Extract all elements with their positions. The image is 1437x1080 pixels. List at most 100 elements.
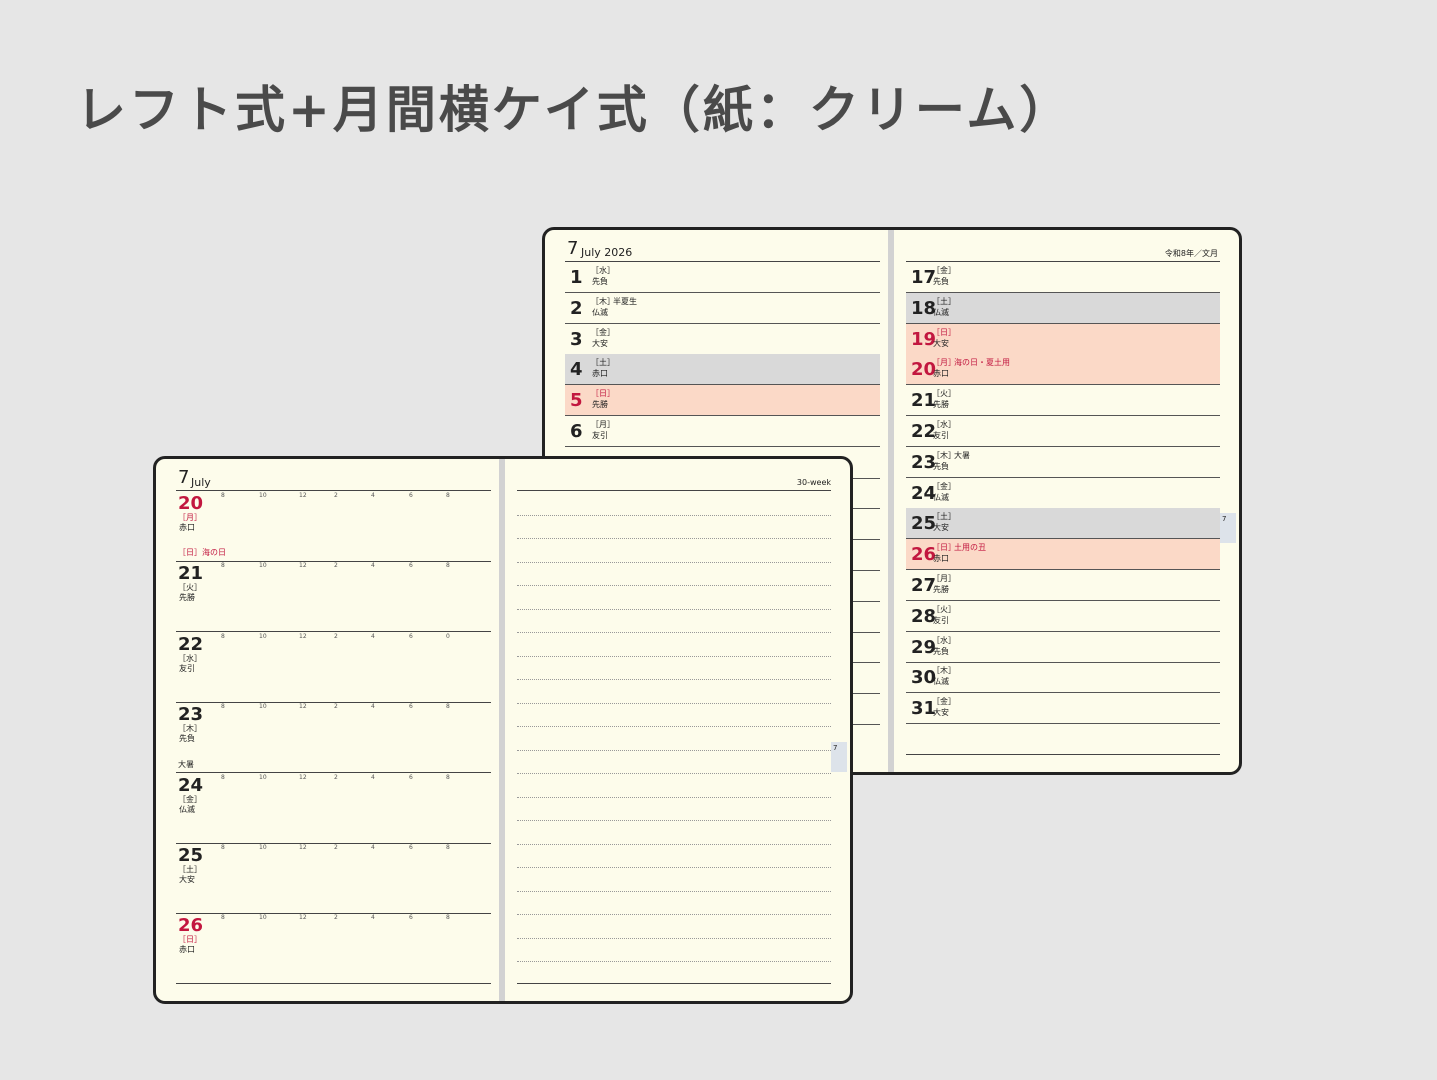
rokuyo-label: 仏滅 <box>592 307 608 317</box>
hour-scale: 8 10 12 2 4 6 0 <box>176 632 491 642</box>
monthly-month-title: July 2026 <box>581 246 633 259</box>
note-line <box>517 773 831 774</box>
weekday-label: ［土］ <box>932 296 956 306</box>
monthly-day-row[interactable]: 21 ［火］ 先勝 <box>906 385 1220 417</box>
holiday-label: ［日］海の日 <box>178 548 226 558</box>
hour-tick-label: 10 <box>259 632 267 640</box>
event-label: 土用の丑 <box>954 543 986 553</box>
rokuyo-label: 先勝 <box>592 400 608 410</box>
monthly-day-row[interactable]: 29 ［水］ 先負 <box>906 632 1220 663</box>
weekday-label: ［水］ <box>591 266 615 275</box>
monthly-day-row[interactable]: 1 ［水］ 先負 <box>565 262 880 293</box>
holiday-label: 大暑 <box>178 759 194 769</box>
event-label: 大暑 <box>954 450 970 460</box>
weekly-month-tab[interactable]: 7 <box>831 742 847 772</box>
day-section[interactable]: 23 ［木］ 先負 8 10 12 2 4 6 8 <box>176 702 491 772</box>
day-number: 5 <box>570 390 583 412</box>
hour-scale: 8 10 12 2 4 6 8 <box>176 563 491 571</box>
monthly-bottom-rule <box>906 754 1220 755</box>
monthly-day-row[interactable]: 25 ［土］ 大安 <box>906 508 1220 540</box>
rokuyo-label: 大安 <box>179 875 195 884</box>
day-section[interactable]: 25 ［土］ 大安 8 10 12 2 4 6 8 <box>176 843 491 913</box>
hour-tick-label: 8 <box>221 492 225 499</box>
weekday-label: ［木］ <box>591 296 615 306</box>
day-number: 2 <box>570 297 583 319</box>
monthly-day-row[interactable]: 5 ［日］ 先勝 <box>565 385 880 417</box>
day-section[interactable]: 2 4 ［金］ 仏滅 8 10 12 2 4 6 8 <box>176 773 491 843</box>
note-line <box>517 820 831 821</box>
note-line <box>517 796 831 798</box>
monthly-month-tab[interactable]: 7 <box>1220 513 1236 543</box>
note-line <box>517 749 831 751</box>
hour-tick-label: 10 <box>259 492 267 499</box>
weekday-label: ［月］ <box>178 513 202 522</box>
rokuyo-label: 赤口 <box>179 945 195 955</box>
hour-tick-label: 6 <box>409 703 413 711</box>
rokuyo-label: 先負 <box>179 734 195 744</box>
weekday-label: ［土］ <box>932 512 956 522</box>
monthly-day-row[interactable]: 18 ［土］ 仏滅 <box>906 292 1220 324</box>
monthly-day-row[interactable]: 23 ［木］ 先負 大暑 <box>906 447 1220 478</box>
weekday-label: ［火］ <box>178 583 202 593</box>
weekday-label: ［水］ <box>178 653 202 663</box>
hour-tick-label: 6 <box>409 914 413 922</box>
hour-tick-label: 8 <box>446 914 450 922</box>
day-number: 6 <box>570 421 583 442</box>
note-line <box>517 961 831 962</box>
hour-tick-label: 2 <box>334 773 338 781</box>
monthly-month-number: 7 <box>567 238 579 259</box>
day-section[interactable]: 2 6 ［日］ 赤口 8 10 12 2 4 6 8 <box>176 913 491 983</box>
monthly-day-row[interactable]: 4 ［土］ 赤口 <box>565 354 880 386</box>
hour-scale: 8 10 12 2 4 6 8 <box>176 704 491 712</box>
weekday-label: ［日］ <box>932 327 956 337</box>
rokuyo-label: 大安 <box>592 338 608 348</box>
hour-tick-label: 10 <box>259 773 267 781</box>
monthly-day-row[interactable]: 6 ［月］ 友引 <box>565 416 880 447</box>
monthly-day-row[interactable]: 24 ［金］ 仏滅 <box>906 478 1220 509</box>
monthly-day-row[interactable]: 19 ［日］ 大安 <box>906 323 1220 355</box>
rokuyo-label: 赤口 <box>933 369 949 379</box>
hour-tick-label: 12 <box>299 632 307 640</box>
note-line <box>517 702 831 704</box>
rokuyo-label: 先負 <box>592 277 608 286</box>
monthly-day-row[interactable]: 30 ［木］ 仏滅 <box>906 662 1220 694</box>
hour-tick-label: 8 <box>221 773 225 781</box>
day-number: 3 <box>570 328 583 350</box>
hour-tick-label: 10 <box>259 914 267 922</box>
hour-tick-label: 8 <box>446 773 450 781</box>
monthly-day-row[interactable]: 27 ［月］ 先勝 <box>906 570 1220 601</box>
monthly-day-row[interactable]: 17 ［金］ 先負 <box>906 262 1220 293</box>
day-section[interactable]: 21 ［火］ 先勝 8 10 12 2 4 6 8 <box>176 561 491 631</box>
weekday-label: ［火］ <box>932 389 956 399</box>
monthly-day-row[interactable]: 3 ［金］ 大安 <box>565 324 880 355</box>
day-section[interactable]: 22 ［水］ 友引 8 10 12 2 4 6 0 <box>176 632 491 702</box>
weekday-label: ［金］ <box>932 481 956 491</box>
hour-tick-label: 8 <box>221 914 225 922</box>
rokuyo-label: 先負 <box>933 277 949 286</box>
monthly-era-label: 令和8年／文月 <box>1164 249 1218 258</box>
monthly-day-row[interactable]: 31 ［金］ 大安 <box>906 693 1220 725</box>
rokuyo-label: 大安 <box>933 338 949 348</box>
hour-tick-label: 8 <box>221 562 225 570</box>
rokuyo-label: 赤口 <box>592 369 608 379</box>
monthly-day-row[interactable]: 2 ［木］ 仏滅 半夏生 <box>565 293 880 324</box>
monthly-day-row[interactable]: 22 ［水］ 友引 <box>906 416 1220 447</box>
hour-scale: 8 10 12 2 4 6 8 <box>176 845 491 853</box>
weekday-label: ［日］ <box>932 543 956 553</box>
monthly-day-row[interactable]: 28 ［火］ 友引 <box>906 601 1220 632</box>
hour-tick-label: 4 <box>371 773 375 781</box>
monthly-day-row[interactable]: 20 ［月］ 赤口 海の日・夏土用 <box>906 354 1220 386</box>
rokuyo-label: 仏滅 <box>179 804 195 814</box>
hour-tick-label: 12 <box>299 914 307 922</box>
hour-tick-label: 12 <box>299 562 307 570</box>
rokuyo-label: 赤口 <box>933 554 949 564</box>
hour-tick-label: 2 <box>334 914 338 922</box>
hour-tick-label: 2 <box>334 703 338 711</box>
note-line <box>517 585 831 586</box>
rokuyo-label: 先勝 <box>933 585 949 594</box>
monthly-day-row[interactable]: 26 ［日］ 赤口 土用の丑 <box>906 539 1220 571</box>
day-number: 1 <box>570 267 583 288</box>
event-label: 半夏生 <box>613 296 637 306</box>
hour-tick-label: 2 <box>334 844 338 851</box>
day-number: 4 <box>570 359 583 381</box>
